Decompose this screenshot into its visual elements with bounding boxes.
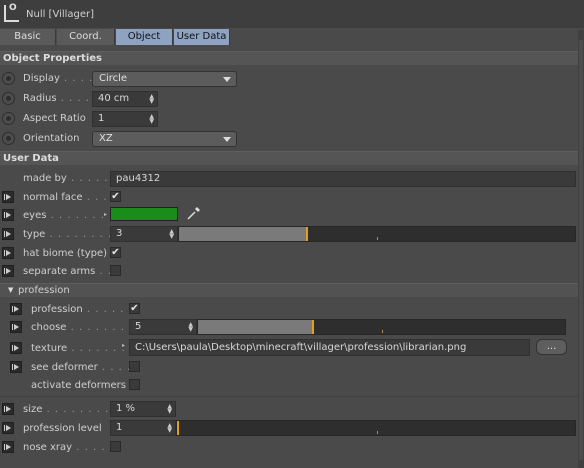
type-label: type . . . . . . . . . bbox=[23, 229, 121, 240]
choose-keyframe-icon[interactable] bbox=[10, 321, 22, 333]
profession-group-title: profession bbox=[18, 285, 70, 296]
collapse-triangle-icon[interactable]: ▼ bbox=[8, 286, 13, 294]
nose-xray-checkbox[interactable] bbox=[110, 441, 121, 452]
chevron-down-icon bbox=[223, 137, 231, 142]
profession-level-label: profession level bbox=[23, 423, 102, 434]
window-title: Null [Villager] bbox=[26, 9, 95, 20]
choose-slider[interactable] bbox=[197, 319, 566, 335]
tab-basic[interactable]: Basic bbox=[0, 29, 56, 45]
chevron-down-icon bbox=[223, 77, 231, 82]
choose-input[interactable]: 5 ▲ ▼ bbox=[129, 319, 197, 335]
texture-expand-arrow-icon[interactable]: ▸ bbox=[122, 342, 125, 349]
spinner-arrows-icon[interactable]: ▲ ▼ bbox=[149, 114, 154, 125]
display-animate-icon[interactable] bbox=[2, 72, 15, 85]
size-keyframe-icon[interactable] bbox=[2, 403, 14, 415]
separate-arms-keyframe-icon[interactable] bbox=[2, 265, 14, 277]
aspect-ratio-animate-icon[interactable] bbox=[2, 112, 15, 125]
type-input[interactable]: 3 ▲ ▼ bbox=[110, 226, 178, 242]
slider-tick bbox=[377, 431, 378, 434]
hat-biome-label: hat biome (type) bbox=[23, 248, 108, 259]
made-by-input[interactable]: pau4312 bbox=[110, 171, 576, 187]
tab-object[interactable]: Object bbox=[116, 29, 173, 45]
user-data-title: User Data bbox=[3, 153, 59, 164]
browse-button[interactable]: ... bbox=[536, 339, 567, 355]
normal-face-keyframe-icon[interactable] bbox=[2, 191, 14, 203]
type-slider[interactable] bbox=[178, 226, 576, 242]
display-dropdown[interactable]: Circle bbox=[92, 71, 237, 87]
orientation-animate-icon[interactable] bbox=[2, 132, 15, 145]
slider-tick bbox=[382, 330, 383, 333]
made-by-label: made by . . . . . . bbox=[23, 173, 117, 184]
eyedropper-icon[interactable] bbox=[186, 205, 202, 221]
texture-path-input[interactable]: C:\Users\paula\Desktop\minecraft\village… bbox=[129, 339, 530, 356]
type-slider-fill bbox=[179, 227, 306, 241]
radius-animate-icon[interactable] bbox=[2, 92, 15, 105]
radius-input[interactable]: 40 cm ▲ ▼ bbox=[92, 91, 158, 107]
profession-label: profession . . . . . . bbox=[31, 304, 133, 315]
radius-label: Radius . . . . . bbox=[23, 93, 99, 104]
activate-deformers-checkbox[interactable] bbox=[129, 379, 140, 390]
object-properties-header[interactable]: Object Properties bbox=[0, 51, 584, 65]
normal-face-label: normal face . . . bbox=[23, 192, 108, 203]
profession-level-keyframe-icon[interactable] bbox=[2, 422, 14, 434]
choose-slider-handle[interactable] bbox=[312, 320, 314, 334]
scrollbar-thumb[interactable] bbox=[579, 40, 583, 460]
see-deformer-checkbox[interactable] bbox=[129, 361, 140, 372]
object-properties-title: Object Properties bbox=[3, 53, 103, 64]
aspect-ratio-label: Aspect Ratio bbox=[23, 113, 86, 124]
see-deformer-label: see deformer . . . . bbox=[31, 362, 132, 373]
eyes-keyframe-icon[interactable] bbox=[2, 209, 14, 221]
profession-checkbox[interactable]: ✔ bbox=[129, 303, 140, 314]
profession-keyframe-icon[interactable] bbox=[10, 303, 22, 315]
normal-face-checkbox[interactable]: ✔ bbox=[110, 191, 121, 202]
spinner-arrows-icon[interactable]: ▲ ▼ bbox=[169, 229, 174, 240]
type-keyframe-icon[interactable] bbox=[2, 228, 14, 240]
tab-coord[interactable]: Coord. bbox=[57, 29, 115, 45]
spinner-arrows-icon[interactable]: ▲ ▼ bbox=[167, 423, 172, 434]
tab-user-data[interactable]: User Data bbox=[174, 29, 230, 45]
nose-xray-keyframe-icon[interactable] bbox=[2, 441, 14, 453]
see-deformer-keyframe-icon[interactable] bbox=[10, 361, 22, 373]
size-input[interactable]: 1 % ▲ ▼ bbox=[110, 401, 176, 417]
spinner-arrows-icon[interactable]: ▲ ▼ bbox=[188, 322, 193, 333]
separate-arms-label: separate arms . . bbox=[23, 266, 113, 277]
hat-biome-checkbox[interactable]: ✔ bbox=[110, 247, 121, 258]
aspect-ratio-input[interactable]: 1 ▲ ▼ bbox=[92, 111, 158, 127]
orientation-label: Orientation bbox=[23, 133, 80, 144]
spinner-arrows-icon[interactable]: ▲ ▼ bbox=[167, 404, 172, 415]
choose-label: choose . . . . . . . . . bbox=[31, 322, 142, 333]
profession-group-header[interactable]: ▼ profession bbox=[0, 283, 584, 297]
hat-biome-keyframe-icon[interactable] bbox=[2, 247, 14, 259]
profession-level-slider[interactable] bbox=[176, 420, 576, 436]
orientation-dropdown[interactable]: XZ bbox=[92, 131, 237, 147]
activate-deformers-label: activate deformers bbox=[31, 380, 126, 391]
slider-tick bbox=[377, 237, 378, 240]
user-data-header[interactable]: User Data bbox=[0, 151, 584, 165]
spinner-arrows-icon[interactable]: ▲ ▼ bbox=[149, 94, 154, 105]
object-logo-letter-icon: O bbox=[9, 3, 17, 13]
eyes-color-swatch[interactable] bbox=[110, 207, 178, 221]
profession-level-input[interactable]: 1 ▲ ▼ bbox=[110, 420, 176, 436]
eyes-expand-arrow-icon[interactable]: ▸ bbox=[104, 211, 107, 218]
display-label: Display . . . . bbox=[23, 73, 94, 84]
texture-label: texture . . . . . . . . . bbox=[31, 343, 143, 354]
choose-slider-fill bbox=[198, 320, 312, 334]
texture-keyframe-icon[interactable] bbox=[10, 342, 22, 354]
type-slider-handle[interactable] bbox=[306, 227, 308, 241]
group-divider bbox=[0, 396, 578, 397]
profession-level-slider-handle[interactable] bbox=[177, 421, 179, 435]
separate-arms-checkbox[interactable] bbox=[110, 265, 121, 276]
nose-xray-label: nose xray . . . . . bbox=[23, 442, 114, 453]
